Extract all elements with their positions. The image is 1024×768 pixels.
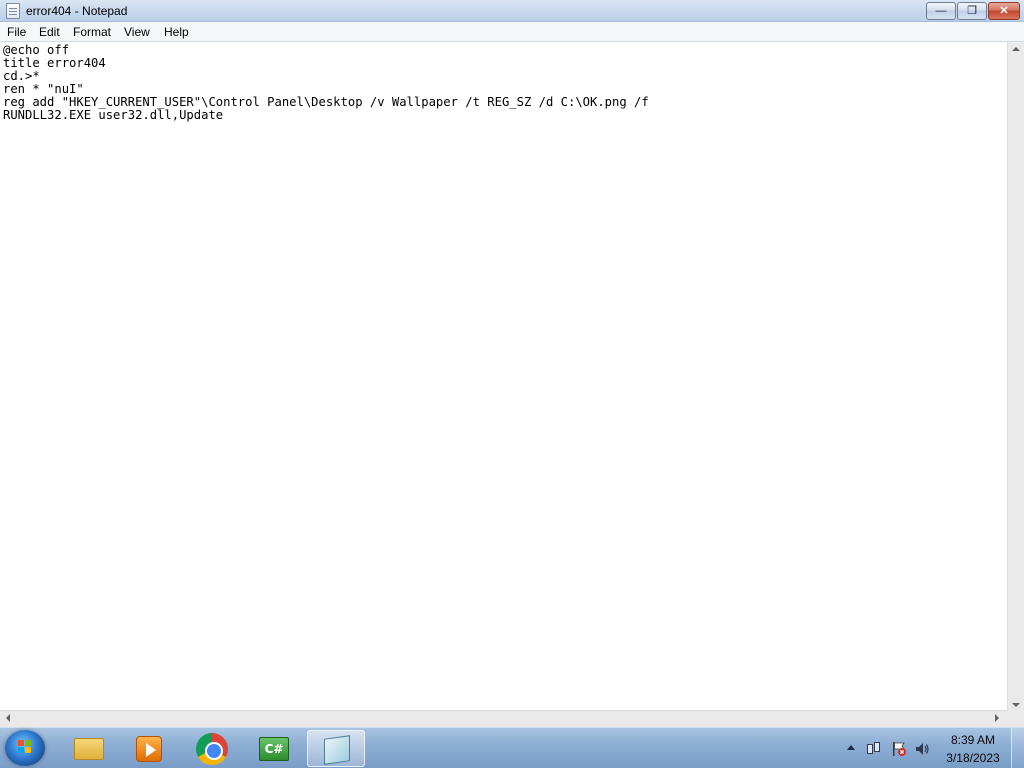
scroll-left-arrow-icon[interactable] [6, 714, 10, 722]
taskbar-csharp[interactable]: C# [245, 730, 303, 767]
windows-logo-icon [18, 740, 32, 754]
vertical-scrollbar[interactable] [1007, 42, 1024, 710]
taskbar-chrome[interactable] [183, 730, 241, 767]
clock-time[interactable]: 8:39 AM [940, 733, 1006, 747]
notepad-app-icon[interactable] [6, 3, 20, 19]
volume-icon[interactable] [914, 741, 930, 757]
taskbar-file-explorer[interactable] [60, 730, 118, 767]
media-player-icon [136, 736, 162, 762]
taskbar-media-player[interactable] [120, 730, 178, 767]
window-title: error404 - Notepad [26, 4, 128, 18]
minimize-button[interactable]: — [926, 2, 956, 20]
menu-format[interactable]: Format [73, 25, 111, 39]
chrome-icon [196, 733, 228, 765]
minimize-icon: — [935, 5, 947, 17]
editor-line: RUNDLL32.EXE user32.dll,Update [3, 108, 224, 122]
scrollbar-corner [1007, 710, 1024, 727]
menu-help[interactable]: Help [164, 25, 189, 39]
menu-edit[interactable]: Edit [39, 25, 60, 39]
menu-file[interactable]: File [7, 25, 26, 39]
taskbar-notepad[interactable] [307, 730, 365, 767]
start-button[interactable] [5, 730, 45, 766]
close-button[interactable]: ✕ [988, 2, 1020, 20]
close-icon: ✕ [999, 5, 1009, 17]
menu-view[interactable]: View [124, 25, 150, 39]
network-icon[interactable] [866, 741, 882, 757]
menu-bar: File Edit Format View Help [0, 22, 1024, 42]
horizontal-scrollbar[interactable] [0, 710, 1007, 727]
action-center-flag-icon[interactable] [891, 741, 907, 757]
file-explorer-icon [74, 738, 104, 760]
show-desktop-button[interactable] [1011, 728, 1024, 768]
clock-date[interactable]: 3/18/2023 [940, 751, 1006, 765]
scroll-right-arrow-icon[interactable] [995, 714, 999, 722]
maximize-button[interactable]: ❐ [957, 2, 987, 20]
scroll-up-arrow-icon[interactable] [1012, 47, 1020, 51]
maximize-icon: ❐ [967, 5, 977, 17]
title-bar[interactable]: error404 - Notepad — ❐ ✕ [0, 0, 1024, 22]
scroll-down-arrow-icon[interactable] [1012, 703, 1020, 707]
csharp-icon: C# [259, 737, 289, 761]
text-editor[interactable]: @echo off title error404 cd.>* ren * "nu… [0, 42, 1007, 710]
notepad-icon [324, 735, 350, 765]
show-hidden-icons-icon[interactable] [847, 745, 855, 750]
